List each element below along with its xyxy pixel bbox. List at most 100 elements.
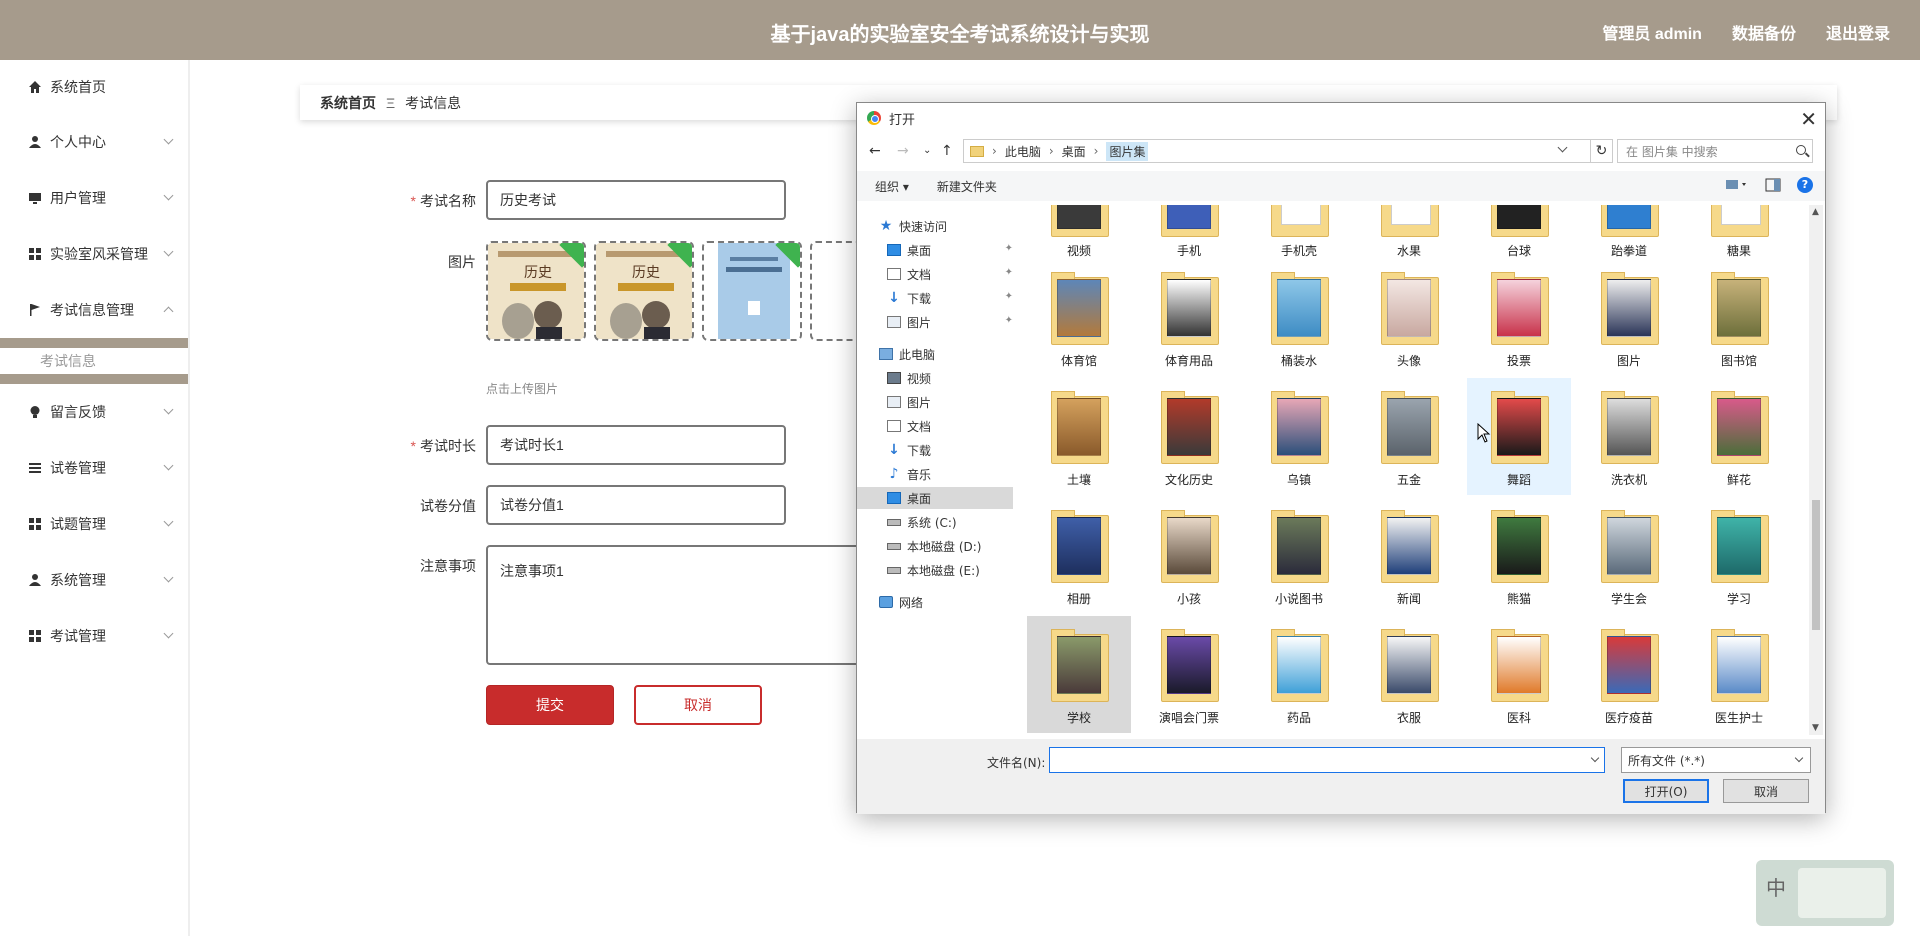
nav-pc-item[interactable]: 本地磁盘 (D:) xyxy=(887,535,981,557)
sidebar-subitem-exam-info[interactable]: 考试信息 xyxy=(0,338,188,384)
sidebar-item-users[interactable]: 用户管理 xyxy=(0,170,188,226)
nav-pc-item[interactable]: 视频 xyxy=(887,367,931,389)
organize-menu[interactable]: 组织 ▾ xyxy=(875,178,909,195)
cancel-button[interactable]: 取消 xyxy=(634,685,762,725)
forward-icon[interactable]: → xyxy=(897,143,909,159)
notes-textarea[interactable]: 注意事项1 xyxy=(486,545,886,665)
folder-tile[interactable]: 熊猫 xyxy=(1467,497,1571,614)
folder-tile[interactable]: 演唱会门票 xyxy=(1137,616,1241,733)
nav-network[interactable]: 网络 xyxy=(879,591,923,613)
folder-tile[interactable]: 医生护士 xyxy=(1687,616,1791,733)
nav-pc-item[interactable]: ♪ 音乐 xyxy=(887,463,931,485)
image-upload-slot[interactable] xyxy=(810,241,860,341)
nav-pc-item[interactable]: 本地磁盘 (E:) xyxy=(887,559,980,581)
folder-tile[interactable]: 手机壳 xyxy=(1247,205,1351,259)
breadcrumb-home[interactable]: 系统首页 xyxy=(320,93,376,113)
folder-tile[interactable]: 鲜花 xyxy=(1687,378,1791,495)
folder-tile[interactable]: 图片 xyxy=(1577,259,1681,376)
sidebar-item-exam-info[interactable]: 考试信息管理 xyxy=(0,282,188,338)
folder-tile[interactable]: 视频 xyxy=(1027,205,1131,259)
folder-tile[interactable]: 文化历史 xyxy=(1137,378,1241,495)
folder-tile[interactable]: 医科 xyxy=(1467,616,1571,733)
back-icon[interactable]: ← xyxy=(869,143,881,159)
nav-pc-item[interactable]: 图片 xyxy=(887,391,931,413)
nav-quick-item[interactable]: 桌面 ✦ xyxy=(887,239,1013,261)
filetype-select[interactable]: 所有文件 (*.*) xyxy=(1621,747,1811,773)
folder-tile-selected[interactable]: 学校 xyxy=(1027,616,1131,733)
exam-name-input[interactable]: 历史考试 xyxy=(486,180,786,220)
vertical-scrollbar[interactable]: ▲ ▼ xyxy=(1809,205,1823,735)
folder-tile[interactable]: 体育用品 xyxy=(1137,259,1241,376)
open-button[interactable]: 打开(O) xyxy=(1623,779,1709,803)
folder-tile[interactable]: 桶装水 xyxy=(1247,259,1351,376)
up-icon[interactable]: ↑ xyxy=(941,143,953,159)
sidebar-item-home[interactable]: 系统首页 xyxy=(0,60,188,114)
help-icon[interactable]: ? xyxy=(1797,177,1813,193)
data-backup-link[interactable]: 数据备份 xyxy=(1732,20,1796,44)
ime-widget[interactable]: 中 xyxy=(1756,860,1894,926)
nav-pc-item-selected[interactable]: 桌面 xyxy=(857,487,1013,509)
folder-tile[interactable]: 糖果 xyxy=(1687,205,1791,259)
folder-tile[interactable]: 洗衣机 xyxy=(1577,378,1681,495)
folder-tile[interactable]: 水果 xyxy=(1357,205,1461,259)
chevron-down-icon[interactable] xyxy=(1590,753,1600,763)
folder-tile[interactable]: 衣服 xyxy=(1357,616,1461,733)
recent-dropdown-icon[interactable]: ⌄ xyxy=(923,145,931,156)
path-segment[interactable]: 桌面 xyxy=(1062,143,1086,160)
folder-tile[interactable]: 图书馆 xyxy=(1687,259,1791,376)
folder-tile[interactable]: 药品 xyxy=(1247,616,1351,733)
nav-pc-item[interactable]: ↓ 下载 xyxy=(887,439,931,461)
nav-quick-item[interactable]: ↓ 下载 ✦ xyxy=(887,287,1013,309)
submit-button[interactable]: 提交 xyxy=(486,685,614,725)
duration-input[interactable]: 考试时长1 xyxy=(486,425,786,465)
path-segment[interactable]: 图片集 xyxy=(1106,141,1149,161)
nav-quick-item[interactable]: 文档 ✦ xyxy=(887,263,1013,285)
nav-this-pc[interactable]: 此电脑 xyxy=(879,343,935,365)
close-icon[interactable]: ✕ xyxy=(1800,107,1817,131)
nav-pc-item[interactable]: 文档 xyxy=(887,415,931,437)
image-thumbnail[interactable] xyxy=(702,241,802,341)
folder-tile[interactable]: 跆拳道 xyxy=(1577,205,1681,259)
folder-tile[interactable]: 乌镇 xyxy=(1247,378,1351,495)
refresh-icon[interactable]: ↻ xyxy=(1591,139,1613,163)
folder-tile[interactable]: 学习 xyxy=(1687,497,1791,614)
score-input[interactable]: 试卷分值1 xyxy=(486,485,786,525)
nav-pc-item[interactable]: 系统 (C:) xyxy=(887,511,957,533)
preview-pane-icon[interactable] xyxy=(1765,178,1781,192)
sidebar-item-profile[interactable]: 个人中心 xyxy=(0,114,188,170)
folder-tile[interactable]: 新闻 xyxy=(1357,497,1461,614)
sidebar-item-exams[interactable]: 考试管理 xyxy=(0,608,188,664)
chevron-down-icon[interactable] xyxy=(1557,142,1568,153)
image-thumbnail[interactable]: 历史 xyxy=(486,241,586,341)
search-input[interactable]: 在 图片集 中搜索 xyxy=(1617,139,1813,163)
folder-tile[interactable]: 小说图书 xyxy=(1247,497,1351,614)
view-options-icon[interactable] xyxy=(1725,178,1749,192)
logout-link[interactable]: 退出登录 xyxy=(1826,20,1890,44)
folder-tile[interactable]: 体育馆 xyxy=(1027,259,1131,376)
admin-user-link[interactable]: 管理员 admin xyxy=(1602,20,1702,44)
folder-tile[interactable]: 学生会 xyxy=(1577,497,1681,614)
sidebar-item-lab-gallery[interactable]: 实验室风采管理 xyxy=(0,226,188,282)
address-bar[interactable]: › 此电脑 › 桌面 › 图片集 xyxy=(963,139,1591,163)
filename-input[interactable] xyxy=(1049,747,1605,773)
scroll-down-icon[interactable]: ▼ xyxy=(1812,723,1819,733)
folder-tile[interactable]: 医疗疫苗 xyxy=(1577,616,1681,733)
sidebar-item-questions[interactable]: 试题管理 xyxy=(0,496,188,552)
new-folder-button[interactable]: 新建文件夹 xyxy=(937,178,997,195)
folder-tile[interactable]: 头像 xyxy=(1357,259,1461,376)
scroll-up-icon[interactable]: ▲ xyxy=(1812,207,1819,217)
path-segment[interactable]: 此电脑 xyxy=(1005,143,1041,160)
dialog-cancel-button[interactable]: 取消 xyxy=(1723,779,1809,803)
sidebar-item-papers[interactable]: 试卷管理 xyxy=(0,440,188,496)
folder-tile[interactable]: 手机 xyxy=(1137,205,1241,259)
sidebar-item-system[interactable]: 系统管理 xyxy=(0,552,188,608)
folder-tile[interactable]: 相册 xyxy=(1027,497,1131,614)
nav-quick-item[interactable]: 图片 ✦ xyxy=(887,311,1013,333)
folder-tile[interactable]: 投票 xyxy=(1467,259,1571,376)
image-thumbnail[interactable]: 历史 xyxy=(594,241,694,341)
folder-tile[interactable]: 五金 xyxy=(1357,378,1461,495)
sidebar-item-feedback[interactable]: 留言反馈 xyxy=(0,384,188,440)
scrollbar-thumb[interactable] xyxy=(1812,500,1820,630)
folder-tile[interactable]: 土壤 xyxy=(1027,378,1131,495)
folder-tile[interactable]: 台球 xyxy=(1467,205,1571,259)
